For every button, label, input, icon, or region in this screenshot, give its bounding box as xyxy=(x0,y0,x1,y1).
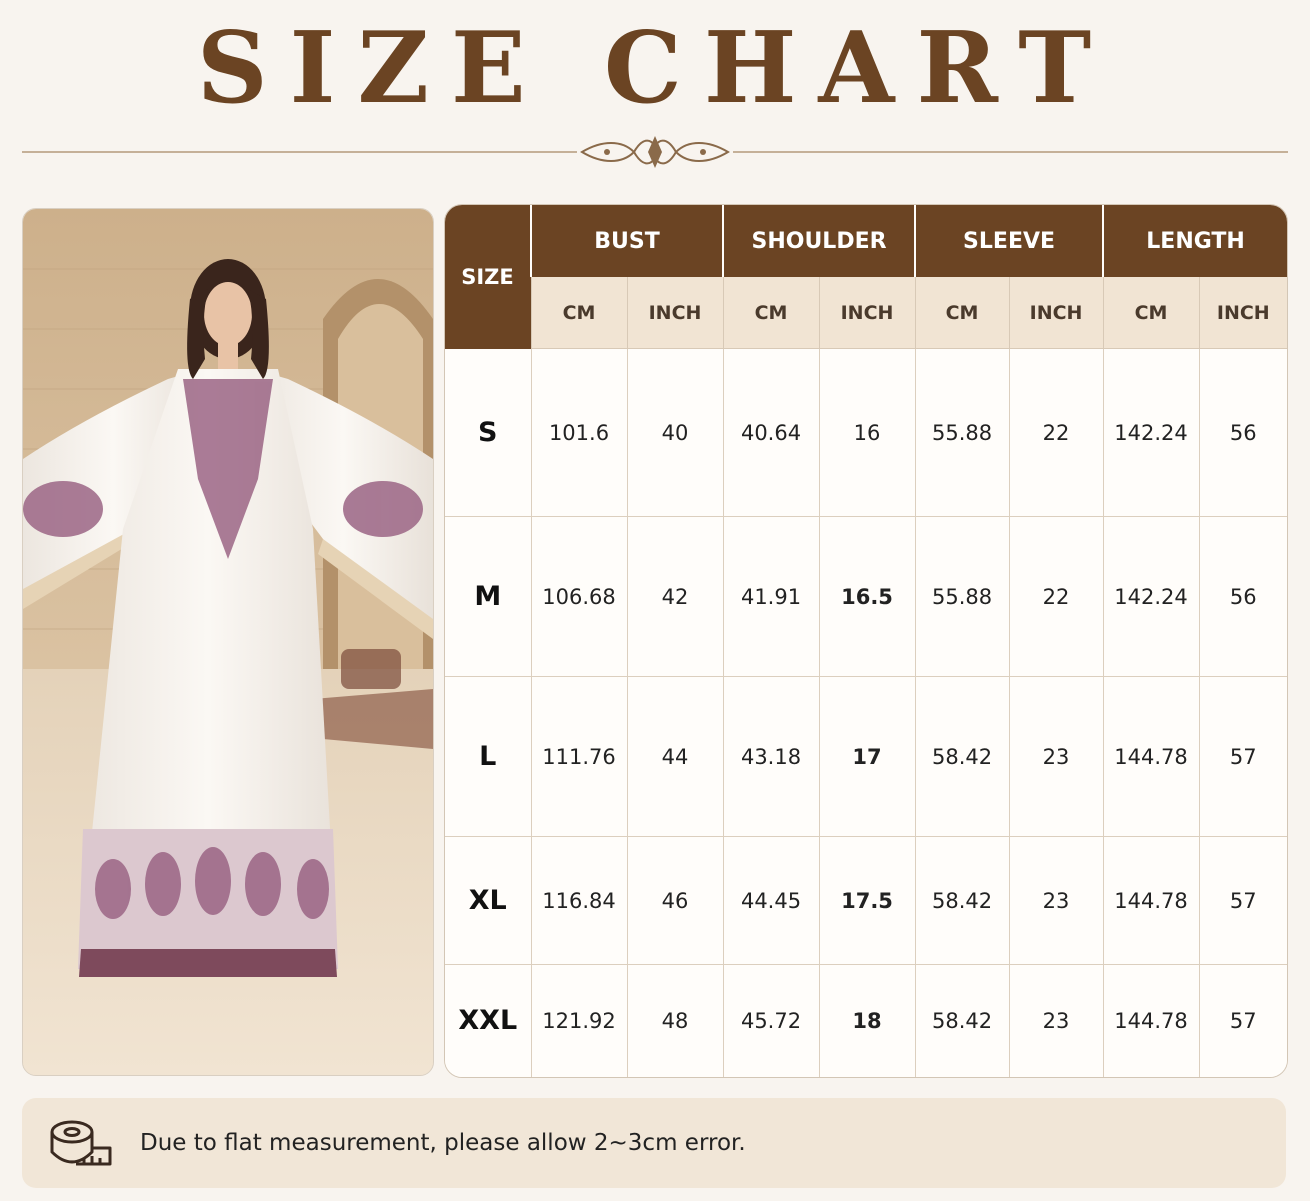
table-cell: 17.5 xyxy=(818,836,916,965)
table-cell: 144.78 xyxy=(1102,836,1200,965)
size-table: SIZE BUST SHOULDER SLEEVE LENGTH CM INCH… xyxy=(444,204,1288,1078)
unit-header: CM xyxy=(914,277,1010,349)
model-in-embroidered-kaftan-photo xyxy=(23,209,433,1075)
size-label: XL xyxy=(445,836,531,965)
size-label: M xyxy=(445,516,531,677)
table-cell: 16.5 xyxy=(818,516,916,677)
table-cell: 144.78 xyxy=(1102,676,1200,837)
unit-header: INCH xyxy=(1008,277,1104,349)
unit-header: CM xyxy=(530,277,627,349)
shoulder-header: SHOULDER xyxy=(722,205,916,277)
page-title: SIZE CHART xyxy=(196,11,1114,126)
size-label: L xyxy=(445,676,531,837)
table-cell: 58.42 xyxy=(914,676,1010,837)
table-cell: 116.84 xyxy=(530,836,627,965)
table-cell: 44 xyxy=(626,676,724,837)
table-cell: 48 xyxy=(626,964,724,1077)
unit-header: INCH xyxy=(818,277,916,349)
unit-header: CM xyxy=(1102,277,1200,349)
table-row: XL 116.84 46 44.45 17.5 58.42 23 144.78 … xyxy=(445,836,1287,965)
table-cell: 121.92 xyxy=(530,964,627,1077)
size-label: XXL xyxy=(445,964,531,1077)
table-cell: 23 xyxy=(1008,964,1104,1077)
table-cell: 17 xyxy=(818,676,916,837)
table-cell: 44.45 xyxy=(722,836,820,965)
table-cell: 46 xyxy=(626,836,724,965)
size-table-grid: SIZE BUST SHOULDER SLEEVE LENGTH CM INCH… xyxy=(445,205,1287,1077)
table-cell: 142.24 xyxy=(1102,348,1200,517)
table-cell: 57 xyxy=(1198,964,1287,1077)
table-cell: 23 xyxy=(1008,836,1104,965)
note-text: Due to flat measurement, please allow 2~… xyxy=(140,1130,746,1156)
table-cell: 142.24 xyxy=(1102,516,1200,677)
unit-header: CM xyxy=(722,277,820,349)
table-cell: 106.68 xyxy=(530,516,627,677)
sleeve-header: SLEEVE xyxy=(914,205,1104,277)
table-cell: 55.88 xyxy=(914,348,1010,517)
size-label: S xyxy=(445,348,531,517)
length-header: LENGTH xyxy=(1102,205,1287,277)
flourish-ornament-icon xyxy=(22,136,1288,168)
unit-header: INCH xyxy=(1198,277,1287,349)
table-cell: 57 xyxy=(1198,836,1287,965)
table-cell: 56 xyxy=(1198,348,1287,517)
table-row: M 106.68 42 41.91 16.5 55.88 22 142.24 5… xyxy=(445,516,1287,677)
table-cell: 45.72 xyxy=(722,964,820,1077)
unit-header: INCH xyxy=(626,277,724,349)
table-cell: 101.6 xyxy=(530,348,627,517)
measuring-tape-icon xyxy=(50,1120,112,1166)
table-cell: 58.42 xyxy=(914,836,1010,965)
table-cell: 111.76 xyxy=(530,676,627,837)
product-photo xyxy=(22,208,434,1076)
table-cell: 58.42 xyxy=(914,964,1010,1077)
table-cell: 22 xyxy=(1008,348,1104,517)
table-cell: 40.64 xyxy=(722,348,820,517)
table-cell: 23 xyxy=(1008,676,1104,837)
size-column-header: SIZE xyxy=(445,205,531,349)
table-cell: 56 xyxy=(1198,516,1287,677)
table-row: XXL 121.92 48 45.72 18 58.42 23 144.78 5… xyxy=(445,964,1287,1077)
bust-header: BUST xyxy=(529,205,724,277)
table-row: S 101.6 40 40.64 16 55.88 22 142.24 56 xyxy=(445,348,1287,517)
table-cell: 42 xyxy=(626,516,724,677)
table-cell: 40 xyxy=(626,348,724,517)
table-cell: 16 xyxy=(818,348,916,517)
table-cell: 57 xyxy=(1198,676,1287,837)
measurement-note: Due to flat measurement, please allow 2~… xyxy=(22,1098,1286,1188)
table-row: L 111.76 44 43.18 17 58.42 23 144.78 57 xyxy=(445,676,1287,837)
table-cell: 18 xyxy=(818,964,916,1077)
table-cell: 41.91 xyxy=(722,516,820,677)
table-cell: 43.18 xyxy=(722,676,820,837)
table-cell: 22 xyxy=(1008,516,1104,677)
table-cell: 144.78 xyxy=(1102,964,1200,1077)
table-cell: 55.88 xyxy=(914,516,1010,677)
